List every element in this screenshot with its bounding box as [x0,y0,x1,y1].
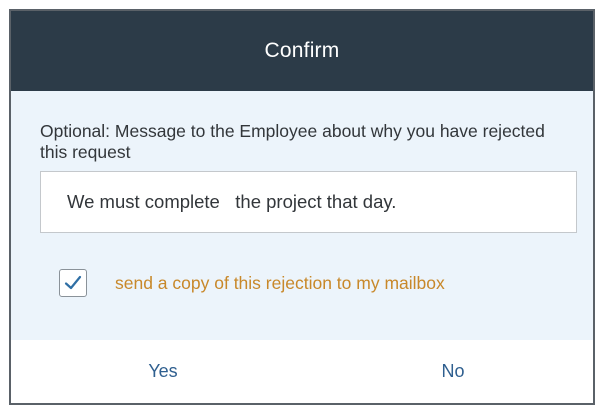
yes-button[interactable]: Yes [103,340,223,403]
send-copy-label: send a copy of this rejection to my mail… [115,273,445,293]
send-copy-checkbox[interactable] [59,269,87,297]
rejection-message-input[interactable] [40,171,577,233]
no-button[interactable]: No [393,340,513,403]
checkmark-icon [64,275,82,290]
dialog-title: Confirm [11,11,593,91]
dialog-footer: Yes No [11,340,593,403]
dialog-body: Optional: Message to the Employee about … [11,91,593,340]
confirm-dialog: Confirm Optional: Message to the Employe… [9,9,595,405]
message-prompt-label: Optional: Message to the Employee about … [40,121,545,162]
